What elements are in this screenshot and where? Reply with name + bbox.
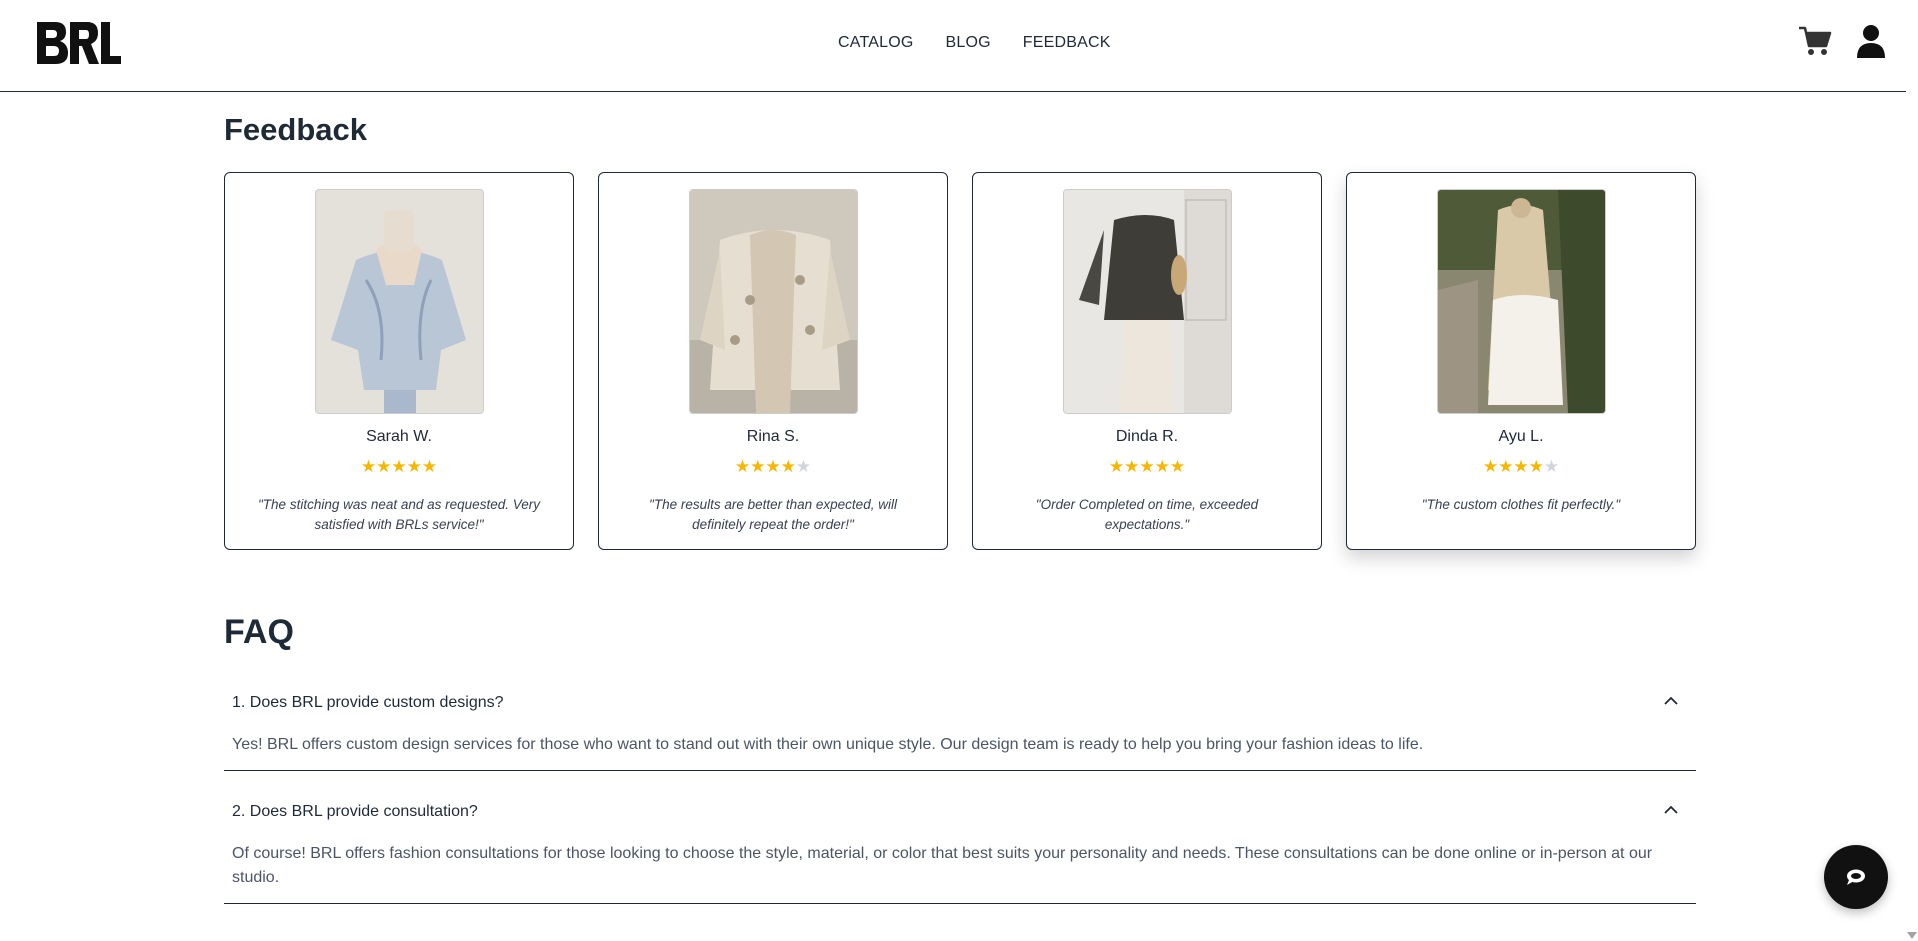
brl-logo[interactable] [35, 20, 122, 66]
feedback-card: Sarah W. ★★★★★ "The stitching was neat a… [224, 172, 574, 550]
customer-name: Rina S. [746, 428, 800, 445]
customer-quote: "The custom clothes fit perfectly." [1421, 497, 1621, 512]
star-icon: ★ [1108, 457, 1125, 476]
customer-name: Sarah W. [366, 428, 432, 445]
star-icon: ★ [421, 457, 438, 476]
star-icon: ★ [1154, 457, 1170, 476]
chat-button[interactable] [1824, 845, 1888, 909]
rating-stars: ★★★★★ [973, 457, 1321, 477]
customer-name: Dinda R. [1115, 428, 1179, 445]
cart-icon[interactable] [1798, 24, 1832, 58]
chevron-up-icon[interactable] [1664, 803, 1678, 817]
customer-quote: "The results are better than expected, w… [649, 497, 897, 532]
chat-bubble-icon [1847, 869, 1865, 885]
nav-blog[interactable]: BLOG [946, 34, 991, 52]
faq-question[interactable]: 1. Does BRL provide custom designs? [232, 694, 504, 712]
feedback-card: Rina S. ★★★★★ "The results are better th… [598, 172, 948, 550]
customer-photo [1437, 189, 1606, 414]
rating-stars: ★★★★★ [1347, 457, 1695, 477]
rating-stars: ★★★★★ [225, 457, 573, 477]
star-empty-icon: ★ [1543, 457, 1560, 476]
faq-item: 2. Does BRL provide consultation? Of cou… [224, 789, 1696, 904]
rating-stars: ★★★★★ [599, 457, 947, 477]
feedback-cards: Sarah W. ★★★★★ "The stitching was neat a… [224, 172, 1696, 550]
nav-feedback[interactable]: FEEDBACK [1023, 34, 1111, 52]
star-icon: ★ [1139, 457, 1155, 476]
feedback-title: Feedback [224, 112, 368, 147]
star-icon: ★ [1498, 457, 1514, 476]
star-icon: ★ [391, 457, 407, 476]
faq-answer: Yes! BRL offers custom design services f… [232, 736, 1424, 753]
star-icon: ★ [360, 457, 377, 476]
feedback-card: Dinda R. ★★★★★ "Order Completed on time,… [972, 172, 1322, 550]
customer-photo [1063, 189, 1232, 414]
faq-item: 1. Does BRL provide custom designs? Yes!… [224, 680, 1696, 771]
star-icon: ★ [750, 457, 766, 476]
customer-quote: "Order Completed on time, exceeded expec… [1035, 497, 1259, 532]
faq-question[interactable]: 2. Does BRL provide consultation? [232, 803, 478, 821]
user-icon[interactable] [1856, 24, 1886, 58]
star-icon: ★ [765, 457, 781, 476]
customer-photo [689, 189, 858, 414]
faq-answer: Of course! BRL offers fashion consultati… [232, 845, 1653, 886]
star-icon: ★ [1169, 457, 1186, 476]
star-icon: ★ [376, 457, 392, 476]
customer-quote: "The stitching was neat and as requested… [258, 497, 540, 532]
customer-name: Ayu L. [1498, 428, 1544, 445]
site-header: CATALOG BLOG FEEDBACK [0, 0, 1906, 92]
star-icon: ★ [1482, 457, 1499, 476]
chevron-up-icon[interactable] [1664, 694, 1678, 708]
faq-title: FAQ [224, 613, 294, 651]
star-empty-icon: ★ [795, 457, 812, 476]
feedback-card: Ayu L. ★★★★★ "The custom clothes fit per… [1346, 172, 1696, 550]
main-nav: CATALOG BLOG FEEDBACK [838, 34, 1111, 52]
star-icon: ★ [406, 457, 422, 476]
star-icon: ★ [734, 457, 751, 476]
star-icon: ★ [1513, 457, 1529, 476]
page-scrollbar[interactable] [1906, 0, 1918, 941]
star-icon: ★ [1528, 457, 1544, 476]
customer-photo [315, 189, 484, 414]
nav-catalog[interactable]: CATALOG [838, 34, 914, 52]
star-icon: ★ [1124, 457, 1140, 476]
star-icon: ★ [780, 457, 796, 476]
scroll-down-arrow-icon[interactable] [1907, 932, 1917, 939]
